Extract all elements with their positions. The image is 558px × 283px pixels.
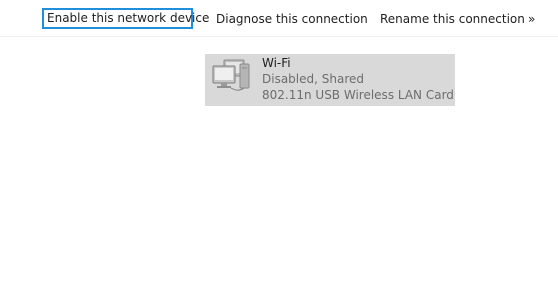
adapter-name: Wi-Fi	[262, 56, 291, 70]
adapter-device-name: 802.11n USB Wireless LAN Card	[262, 88, 454, 102]
adapter-details: Wi-Fi Disabled, Shared 802.11n USB Wirel…	[262, 55, 454, 103]
rename-connection-button[interactable]: Rename this connection	[380, 10, 525, 28]
more-commands-button[interactable]: »	[528, 10, 535, 28]
network-adapter-icon	[210, 58, 252, 94]
enable-network-device-button[interactable]: Enable this network device	[42, 8, 209, 29]
command-toolbar: Enable this network device Diagnose this…	[0, 0, 558, 37]
diagnose-connection-button[interactable]: Diagnose this connection	[216, 10, 368, 28]
wifi-adapter-item[interactable]: Wi-Fi Disabled, Shared 802.11n USB Wirel…	[205, 54, 455, 106]
adapter-status: Disabled, Shared	[262, 72, 365, 86]
